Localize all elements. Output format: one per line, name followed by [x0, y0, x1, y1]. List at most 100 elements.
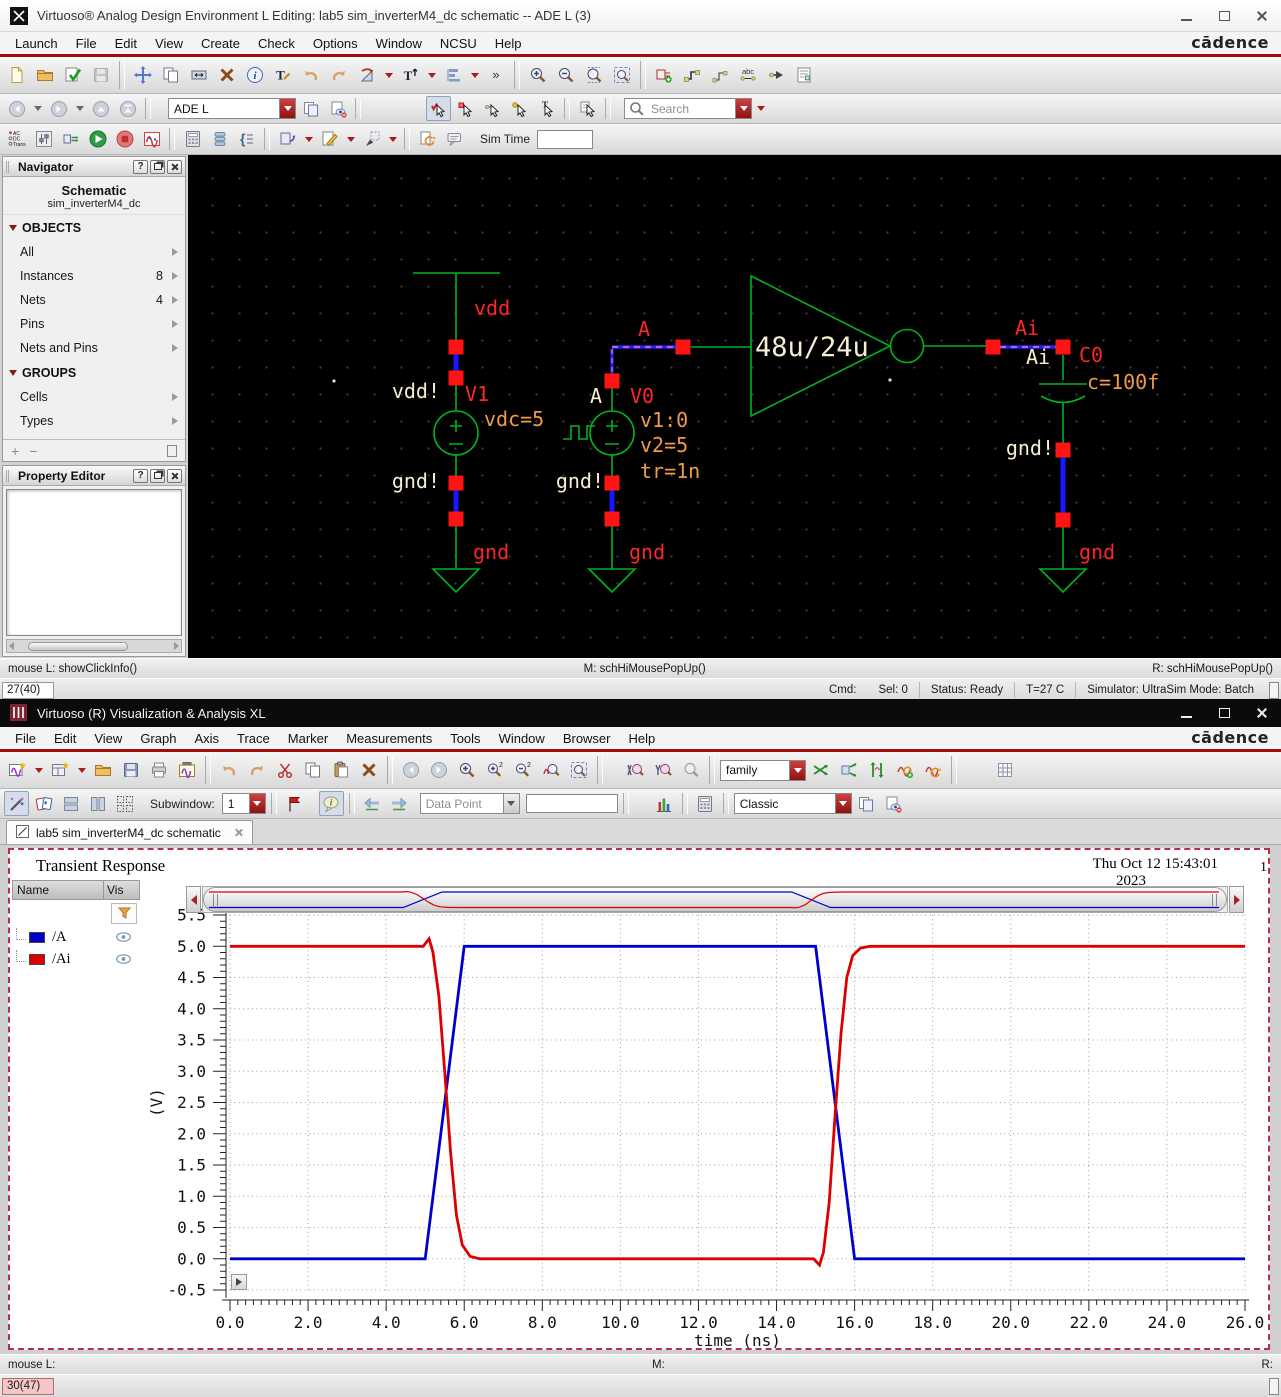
horizontal-scrollbar[interactable]	[6, 639, 182, 653]
label-display-button[interactable]: T	[397, 62, 423, 88]
go-up-button[interactable]	[88, 96, 113, 121]
annotation-button[interactable]	[442, 127, 467, 152]
chevron-down-icon[interactable]	[502, 794, 519, 813]
chevron-right-icon[interactable]	[172, 344, 178, 352]
forward-history-dropdown[interactable]	[73, 97, 86, 121]
show-labels-button[interactable]: i	[318, 791, 344, 816]
pane-toggle-icon[interactable]	[167, 444, 177, 457]
zoom-in-button[interactable]	[454, 757, 480, 783]
grid-layout-button[interactable]	[112, 791, 137, 816]
navigator-header[interactable]: Navigator ?	[3, 157, 185, 177]
copy-button[interactable]	[300, 757, 326, 783]
menu-item[interactable]: Marker	[279, 729, 337, 748]
check-and-save-button[interactable]	[60, 62, 86, 88]
zoom-out-x2-button[interactable]: 2	[510, 757, 536, 783]
menu-item[interactable]: Tools	[441, 729, 489, 748]
paste-button[interactable]	[328, 757, 354, 783]
menu-item[interactable]: NCSU	[431, 34, 486, 53]
point-mode-select[interactable]: Data Point	[419, 793, 520, 814]
menu-item[interactable]: Window	[490, 729, 554, 748]
reload-data-button[interactable]	[415, 127, 440, 152]
undo-button[interactable]	[216, 757, 242, 783]
menu-item[interactable]: View	[146, 34, 192, 53]
visibility-eye-icon[interactable]	[106, 954, 140, 964]
calculator-button[interactable]	[693, 791, 718, 816]
probe-setup-dropdown[interactable]	[386, 127, 399, 151]
create-marker-button[interactable]	[282, 791, 307, 816]
search-select[interactable]: Search	[624, 98, 752, 119]
calculator-button[interactable]	[180, 127, 205, 152]
plot-results-button[interactable]	[139, 127, 164, 152]
histogram-button[interactable]	[652, 791, 677, 816]
new-subwindow-button[interactable]	[47, 757, 73, 783]
simulation-files-button[interactable]	[275, 127, 300, 152]
previous-point-button[interactable]	[360, 791, 385, 816]
ade-titlebar[interactable]: Virtuoso® Analog Design Environment L Ed…	[0, 0, 1281, 32]
rotate-dropdown[interactable]	[382, 63, 395, 87]
scroll-right-icon[interactable]	[174, 642, 179, 650]
stop-simulation-button[interactable]	[112, 127, 137, 152]
fit-view-button[interactable]	[566, 757, 592, 783]
menu-item[interactable]: Measurements	[337, 729, 441, 748]
chevron-right-icon[interactable]	[172, 417, 178, 425]
close-tab-icon[interactable]	[234, 828, 243, 837]
transient-plot[interactable]: -0.50.00.51.01.52.02.53.03.54.04.55.05.5…	[10, 850, 1268, 1348]
hide-trace-button[interactable]	[881, 791, 906, 816]
chevron-down-icon[interactable]	[789, 760, 805, 780]
tab-schematic-results[interactable]: lab5 sim_inverterM4_dc schematic	[6, 820, 253, 844]
selection-default-button[interactable]	[426, 96, 451, 121]
add-wire-name-button[interactable]: abc	[735, 62, 761, 88]
mini-scrollbar[interactable]	[1269, 681, 1279, 699]
close-icon[interactable]	[1243, 699, 1281, 727]
design-variables-button[interactable]	[31, 127, 56, 152]
copy-button[interactable]	[158, 62, 184, 88]
menu-item[interactable]: Graph	[131, 729, 185, 748]
navigator-item-pins[interactable]: Pins	[3, 312, 185, 336]
go-forward-button[interactable]	[46, 96, 71, 121]
zoom-full-button[interactable]	[538, 757, 564, 783]
new-window-button[interactable]	[4, 757, 30, 783]
navigator-item-all[interactable]: All	[3, 240, 185, 264]
stretch-button[interactable]	[186, 62, 212, 88]
horizontal-layout-button[interactable]	[58, 791, 83, 816]
float-panel-icon[interactable]	[150, 159, 165, 174]
menu-item[interactable]: Create	[192, 34, 249, 53]
navigator-groups-section[interactable]: GROUPS	[3, 360, 185, 385]
help-icon[interactable]: ?	[133, 159, 148, 174]
add-instance-button[interactable]	[651, 62, 677, 88]
viva-titlebar[interactable]: Virtuoso (R) Visualization & Analysis XL	[0, 699, 1281, 727]
menu-item[interactable]: File	[67, 34, 106, 53]
selection-wire-button[interactable]	[480, 96, 505, 121]
overview-scrollbar[interactable]	[202, 886, 1228, 913]
copy-properties-button[interactable]	[854, 791, 879, 816]
properties-button[interactable]: i	[242, 62, 268, 88]
redo-button[interactable]	[244, 757, 270, 783]
menu-item[interactable]: File	[6, 729, 45, 748]
swap-traces-button[interactable]	[808, 757, 834, 783]
zoom-x-button[interactable]	[622, 757, 648, 783]
selection-pin-button[interactable]	[453, 96, 478, 121]
next-point-button[interactable]	[387, 791, 412, 816]
filter-funnel-icon[interactable]	[111, 902, 137, 924]
show-table-button[interactable]	[992, 757, 1018, 783]
chevron-down-icon[interactable]	[834, 794, 851, 813]
save-button[interactable]	[88, 62, 114, 88]
plot-subwindow[interactable]: -0.5 0.0 0.5 1.0 1.5 2.0 2.5 3.0 3.5 4.0 4.5 5.0 5.5…	[8, 848, 1270, 1350]
menu-item[interactable]: Help	[486, 34, 531, 53]
workspace-select[interactable]: ADE L	[168, 98, 296, 119]
family-select[interactable]: family	[720, 759, 806, 781]
expressions-button[interactable]: {	[234, 127, 259, 152]
menu-item[interactable]: Edit	[106, 34, 146, 53]
object-props-button[interactable]	[791, 62, 817, 88]
overview-scroll-left[interactable]	[186, 886, 201, 913]
zoom-in-x2-button[interactable]: 2	[482, 757, 508, 783]
replay-button[interactable]	[231, 1274, 247, 1290]
vertical-layout-button[interactable]	[85, 791, 110, 816]
next-view-button[interactable]	[426, 757, 452, 783]
add-narrow-wire-button[interactable]	[707, 62, 733, 88]
chevron-right-icon[interactable]	[172, 248, 178, 256]
scrollbar-thumb[interactable]	[28, 641, 128, 651]
add-pin-button[interactable]	[763, 62, 789, 88]
schematic-canvas[interactable]: vdd vdd! V1 vdc=5 gnd! gnd A A V0 v1:0 v…	[188, 155, 1281, 658]
save-button[interactable]	[118, 757, 144, 783]
